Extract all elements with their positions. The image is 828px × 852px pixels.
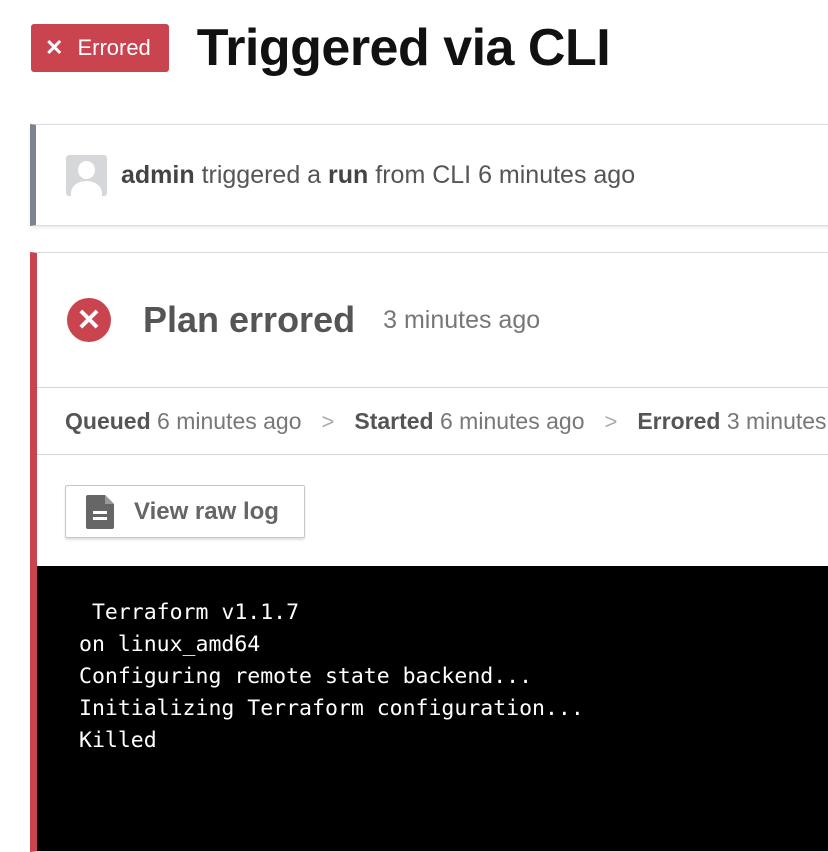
log-line: Killed (79, 728, 157, 753)
timeline-queued: Queued 6 minutes ago (65, 408, 302, 435)
view-raw-log-button[interactable]: View raw log (65, 485, 305, 538)
avatar-body (71, 180, 102, 196)
page-title: Triggered via CLI (196, 19, 611, 77)
document-icon (86, 494, 114, 529)
trigger-card: admin triggered a run from CLI 6 minutes… (30, 124, 828, 226)
log-line: Configuring remote state backend... (79, 664, 533, 689)
view-raw-log-label: View raw log (134, 497, 279, 525)
error-circle-icon: ✕ (67, 298, 111, 342)
close-icon: ✕ (45, 35, 64, 60)
timeline-queued-time: 6 minutes ago (150, 408, 302, 434)
timeline-errored-label: Errored (637, 408, 721, 434)
chevron-right-icon: > (321, 408, 335, 434)
timeline-started-label: Started (354, 408, 434, 434)
log-line: on linux_amd64 (79, 632, 261, 657)
plan-timeline: Queued 6 minutes ago > Started 6 minutes… (37, 389, 828, 455)
status-badge-label: Errored (77, 35, 151, 60)
trigger-user[interactable]: admin (121, 161, 195, 189)
timeline-started-time: 6 minutes ago (433, 408, 585, 434)
log-line: Terraform v1.1.7 (79, 600, 300, 625)
run-header: ✕ Errored Triggered via CLI (31, 18, 611, 78)
plan-title: Plan errored (143, 299, 356, 340)
trigger-text-2: from CLI 6 minutes ago (368, 160, 636, 189)
log-line: Initializing Terraform configuration... (79, 696, 584, 721)
trigger-run-link[interactable]: run (328, 161, 368, 189)
timeline-errored-time: 3 minutes ago (726, 408, 828, 434)
status-badge: ✕ Errored (31, 24, 169, 72)
chevron-right-icon: > (604, 408, 618, 434)
plan-card: ✕ Plan errored 3 minutes ago Queued 6 mi… (30, 252, 828, 852)
log-output: Terraform v1.1.7 on linux_amd64 Configurin… (37, 566, 828, 851)
plan-time: 3 minutes ago (383, 305, 541, 334)
avatar[interactable] (66, 154, 107, 196)
trigger-description: admin triggered a run from CLI 6 minutes… (121, 161, 635, 190)
avatar-head (78, 160, 95, 179)
trigger-text-1: triggered a (194, 160, 329, 189)
timeline-errored: Errored 3 minutes ago (637, 408, 828, 435)
plan-header: ✕ Plan errored 3 minutes ago (37, 253, 828, 388)
timeline-started: Started 6 minutes ago (354, 408, 584, 435)
timeline-queued-label: Queued (65, 408, 151, 434)
